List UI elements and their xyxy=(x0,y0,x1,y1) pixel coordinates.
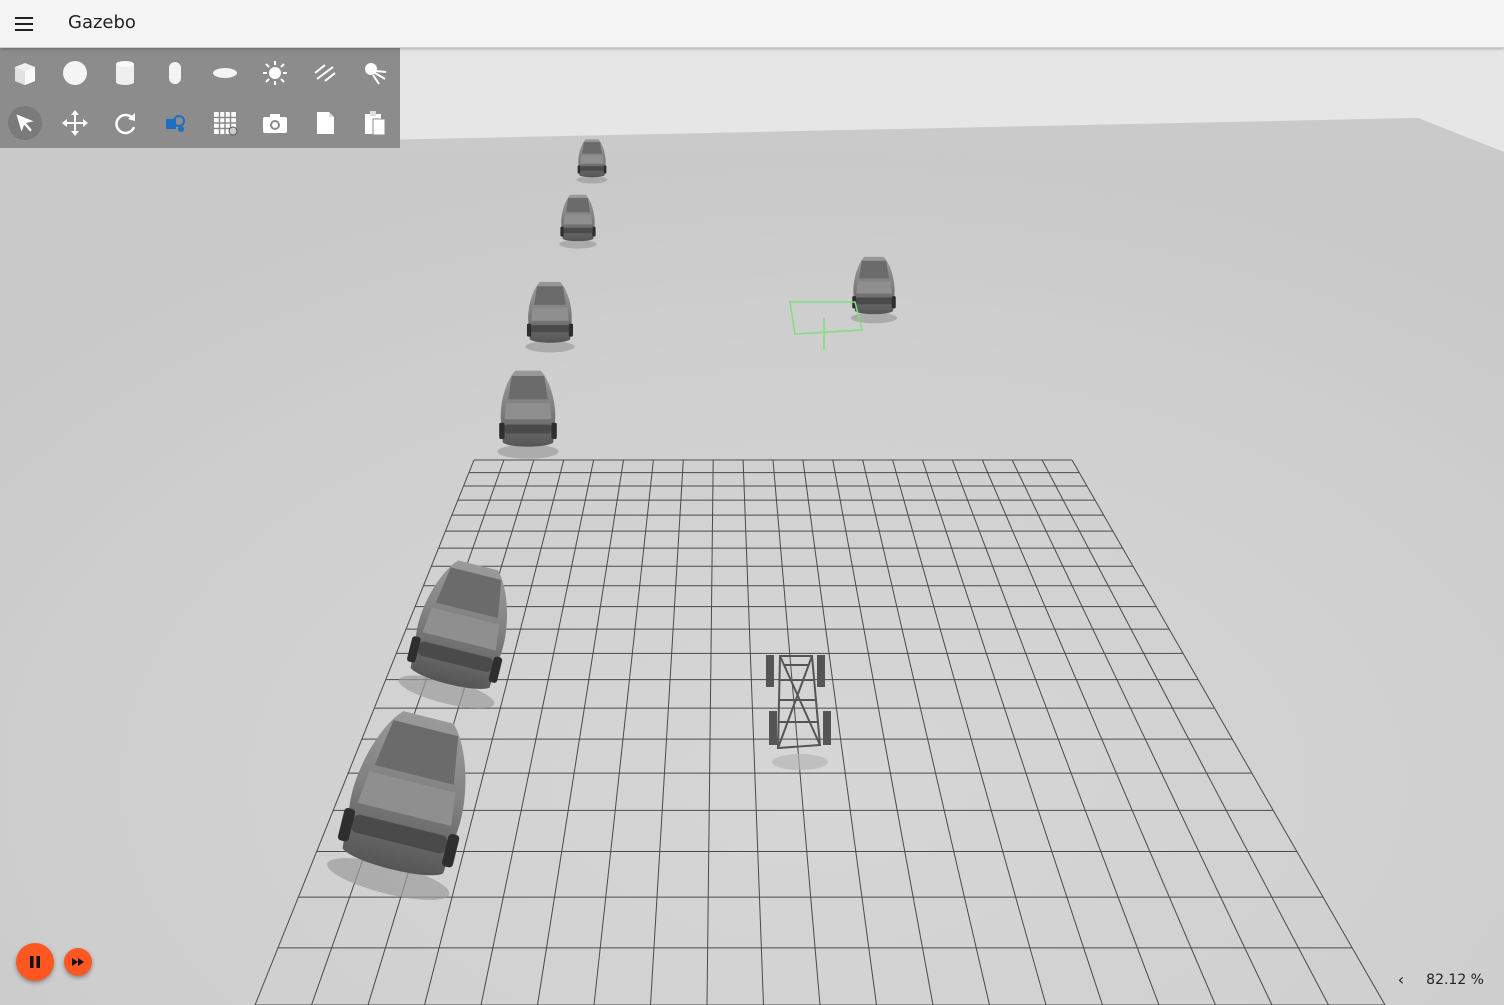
playback-controls xyxy=(16,943,92,981)
capsule-shape-button[interactable] xyxy=(150,48,200,98)
cylinder-shape-button[interactable] xyxy=(100,48,150,98)
hamburger-menu-icon[interactable] xyxy=(12,12,36,36)
stats-panel: ‹ 82.12 % xyxy=(1398,970,1484,989)
translate-icon xyxy=(62,110,88,136)
select-arrow-icon xyxy=(16,114,34,132)
point-light-icon xyxy=(263,61,287,85)
ellipsoid-shape-button[interactable] xyxy=(200,48,250,98)
scene-viewport[interactable] xyxy=(0,48,1504,1005)
box-shape-icon xyxy=(15,63,35,85)
capsule-shape-icon xyxy=(169,62,181,84)
select-tool-button[interactable] xyxy=(0,98,50,148)
sphere-shape-icon xyxy=(63,61,87,85)
screenshot-button[interactable] xyxy=(250,98,300,148)
transform-control-button[interactable] xyxy=(150,98,200,148)
rotate-tool-button[interactable] xyxy=(100,98,150,148)
real-time-factor: 82.12 % xyxy=(1426,971,1484,988)
directional-light-icon xyxy=(314,64,336,82)
transform-control-icon xyxy=(166,115,185,132)
pause-icon xyxy=(30,956,40,968)
sphere-shape-button[interactable] xyxy=(50,48,100,98)
spot-light-button[interactable] xyxy=(350,48,400,98)
ellipsoid-shape-icon xyxy=(213,68,237,78)
screenshot-camera-icon xyxy=(263,114,287,133)
spot-light-icon xyxy=(365,63,387,85)
box-shape-button[interactable] xyxy=(0,48,50,98)
pause-button[interactable] xyxy=(16,943,54,981)
title-bar: Gazebo xyxy=(0,0,1504,48)
toolbar-row-transform xyxy=(0,98,400,148)
copy-icon xyxy=(317,112,334,134)
stats-expand-chevron-icon[interactable]: ‹ xyxy=(1398,970,1404,989)
step-forward-button[interactable] xyxy=(64,948,92,976)
app-title: Gazebo xyxy=(68,12,136,33)
translate-tool-button[interactable] xyxy=(50,98,100,148)
copy-button[interactable] xyxy=(300,98,350,148)
paste-button[interactable] xyxy=(350,98,400,148)
paste-icon xyxy=(365,111,386,136)
point-light-button[interactable] xyxy=(250,48,300,98)
grid-snap-icon xyxy=(214,112,238,136)
grid-snap-button[interactable] xyxy=(200,98,250,148)
toolbar-row-insert xyxy=(0,48,400,98)
fast-forward-icon xyxy=(72,958,84,966)
rotate-icon xyxy=(115,113,136,135)
directional-light-button[interactable] xyxy=(300,48,350,98)
shapes-and-tools-toolbar xyxy=(0,48,400,148)
cylinder-shape-icon xyxy=(116,61,134,85)
